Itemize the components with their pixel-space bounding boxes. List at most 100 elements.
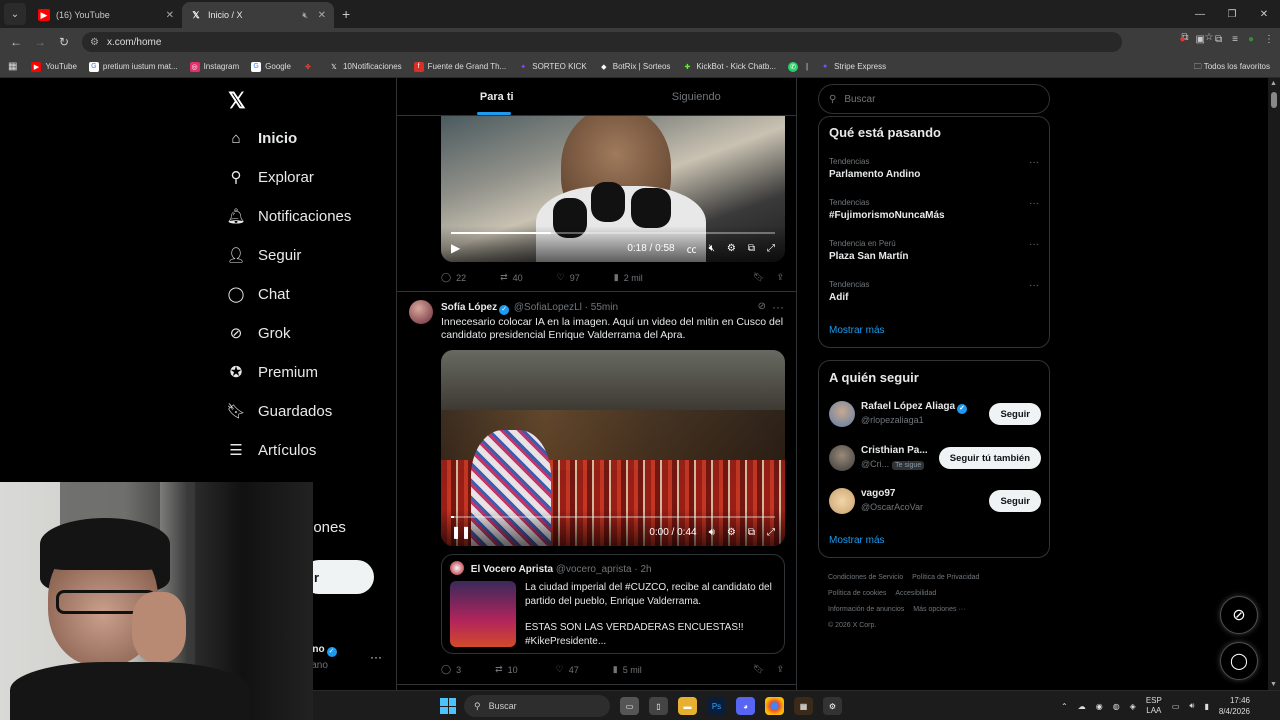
more-icon[interactable]: ···: [772, 300, 784, 314]
play-icon[interactable]: ▶: [451, 241, 460, 255]
avatar[interactable]: [409, 300, 433, 324]
more-icon[interactable]: ···: [1029, 157, 1039, 168]
scroll-down-icon[interactable]: ▼: [1270, 681, 1277, 688]
footer-link[interactable]: Accesibilidad: [895, 590, 936, 597]
nav-chat[interactable]: ◯ Chat: [226, 281, 290, 307]
nav-explore[interactable]: ⚲ Explorar: [226, 164, 314, 190]
fullscreen-icon[interactable]: ⤢: [767, 527, 775, 538]
show-more-link[interactable]: Mostrar más: [829, 535, 885, 546]
tray-app-icon[interactable]: ◉: [1096, 702, 1103, 711]
follow-suggestion[interactable]: Cristhian Pa... @Cri... Te sigue Seguir t…: [829, 443, 1041, 475]
photoshop-icon[interactable]: Ps: [707, 697, 726, 715]
share-icon[interactable]: ⇪: [776, 664, 784, 675]
speaker-icon[interactable]: 🔇︎: [302, 10, 308, 21]
battery-icon[interactable]: ▮: [1204, 702, 1208, 711]
author-handle[interactable]: @SofiaLopezLl: [514, 302, 582, 313]
all-bookmarks-folder[interactable]: 🗀︎ Todos los favoritos: [1194, 61, 1270, 75]
bookmark-youtube[interactable]: ▶ YouTube: [31, 61, 77, 72]
site-settings-icon[interactable]: ⚙: [90, 37, 99, 48]
extension-red-icon[interactable]: ●: [1179, 34, 1185, 45]
close-icon[interactable]: ✕: [318, 10, 326, 21]
trend-item[interactable]: Tendencias Adif ···: [829, 280, 1041, 303]
windows-start-icon[interactable]: [440, 698, 456, 714]
quoted-tweet[interactable]: El Vocero Aprista @vocero_aprista · 2h L…: [441, 554, 785, 654]
views-button[interactable]: ▮ 5 mil: [613, 664, 642, 675]
avatar[interactable]: [829, 401, 855, 427]
show-more-link[interactable]: Mostrar más: [829, 325, 885, 336]
settings-icon[interactable]: ⚙: [727, 243, 736, 254]
footer-link[interactable]: Información de anuncios: [828, 606, 904, 613]
reply-button[interactable]: ◯ 22: [441, 272, 466, 283]
more-icon[interactable]: ···: [1029, 239, 1039, 250]
pause-icon[interactable]: ❚❚: [451, 525, 471, 539]
x-logo-icon[interactable]: 𝕏: [228, 88, 246, 114]
discord-icon[interactable]: ◕: [736, 697, 755, 715]
scrollbar-thumb[interactable]: [1271, 92, 1277, 108]
footer-link[interactable]: Política de Privacidad: [912, 574, 979, 581]
nav-communities[interactable]: iones: [310, 514, 346, 540]
more-icon[interactable]: ···: [370, 650, 382, 664]
extensions-puzzle-icon[interactable]: ⧉: [1215, 34, 1222, 45]
forward-icon[interactable]: →: [28, 35, 52, 49]
tray-app-icon[interactable]: ◍: [1113, 702, 1120, 711]
repost-button[interactable]: ⇄ 10: [495, 664, 518, 675]
nav-premium[interactable]: ✪ Premium: [226, 359, 318, 385]
tray-app-icon[interactable]: ◈: [1130, 702, 1136, 711]
minimize-button[interactable]: —: [1184, 0, 1216, 28]
tab-for-you[interactable]: Para ti: [397, 78, 597, 115]
clock[interactable]: 17:46 8/4/2026: [1219, 695, 1250, 717]
fullscreen-icon[interactable]: ⤢: [767, 243, 775, 254]
views-button[interactable]: ▮ 2 mil: [614, 272, 643, 283]
search-input[interactable]: ⚲ Buscar: [818, 84, 1050, 114]
tab-x[interactable]: 𝕏 Inicio / X 🔇︎ ✕: [182, 2, 334, 28]
pip-icon[interactable]: ⧉: [748, 243, 755, 254]
nav-follow[interactable]: 👤︎ Seguir: [226, 242, 301, 268]
app-icon[interactable]: ▯: [649, 697, 668, 715]
app-icon[interactable]: ▦: [794, 697, 813, 715]
follow-suggestion[interactable]: vago97 @OscarAcoVar Seguir: [829, 486, 1041, 518]
trend-item[interactable]: Tendencias #FujimorismoNuncaMás ···: [829, 198, 1041, 221]
tab-following[interactable]: Siguiendo: [597, 78, 797, 115]
bookmark-kickbot[interactable]: ✚ KickBot - Kick Chatb...: [682, 62, 776, 72]
file-explorer-icon[interactable]: ▬: [678, 697, 697, 715]
network-icon[interactable]: ▭: [1172, 702, 1180, 711]
bookmark-instagram[interactable]: ◎ Instagram: [189, 61, 239, 72]
video-progress-bar[interactable]: [451, 232, 775, 234]
avatar[interactable]: [829, 445, 855, 471]
settings-icon[interactable]: ⚙: [727, 527, 736, 538]
bookmark-whatsapp[interactable]: ✆: [788, 61, 802, 72]
tray-app-icon[interactable]: ☁: [1078, 702, 1086, 711]
profile-avatar-icon[interactable]: ●: [1248, 34, 1254, 45]
back-icon[interactable]: ←: [4, 35, 28, 49]
grok-float-button[interactable]: ⊘: [1220, 596, 1258, 634]
chevron-up-icon[interactable]: ⌃: [1061, 702, 1068, 711]
bookmark-icon[interactable]: 🔖︎: [753, 664, 764, 675]
bookmark-icon[interactable]: 🔖︎: [753, 272, 764, 283]
share-icon[interactable]: ⇪: [776, 272, 784, 283]
footer-link[interactable]: Condiciones de Servicio: [828, 574, 903, 581]
reply-button[interactable]: ◯ 3: [441, 664, 461, 675]
bookmark-fuente[interactable]: f Fuente de Grand Th...: [413, 61, 506, 72]
tweet-video-player[interactable]: ▶ 0:18 / 0:58 ㏄ 🔇︎ ⚙ ⧉ ⤢: [441, 116, 785, 262]
task-view-icon[interactable]: ▭: [620, 697, 639, 715]
app-icon[interactable]: ⚙: [823, 697, 842, 715]
more-icon[interactable]: ···: [1029, 198, 1039, 209]
bookmark-botrix[interactable]: ◆ BotRix | Sorteos: [599, 62, 670, 72]
grok-icon[interactable]: ⊘: [758, 301, 766, 312]
follow-suggestion[interactable]: Rafael López Aliaga ✓ @rlopezaliaga1 Segu…: [829, 399, 1041, 431]
nav-bookmarks[interactable]: 🔖︎ Guardados: [226, 398, 332, 424]
new-tab-button[interactable]: +: [342, 6, 350, 22]
nav-articles[interactable]: ☰ Artículos: [226, 437, 316, 463]
bookmark-notificaciones[interactable]: 𝕏 10Notificaciones: [329, 62, 402, 72]
bookmark-google[interactable]: G Google: [251, 61, 291, 72]
like-button[interactable]: ♡ 97: [557, 272, 580, 283]
kebab-menu-icon[interactable]: ⋮: [1264, 34, 1274, 45]
scroll-up-icon[interactable]: ▲: [1270, 80, 1277, 87]
volume-icon[interactable]: 🔊︎: [1189, 701, 1194, 711]
apps-grid-icon[interactable]: ▦: [8, 61, 17, 72]
tab-youtube[interactable]: ▶ (16) YouTube ✕: [30, 2, 182, 28]
reload-icon[interactable]: ↻: [52, 35, 76, 49]
nav-grok[interactable]: ⊘ Grok: [226, 320, 291, 346]
chrome-icon[interactable]: [765, 697, 784, 715]
bookmark-stripe[interactable]: ● Stripe Express: [820, 62, 886, 72]
